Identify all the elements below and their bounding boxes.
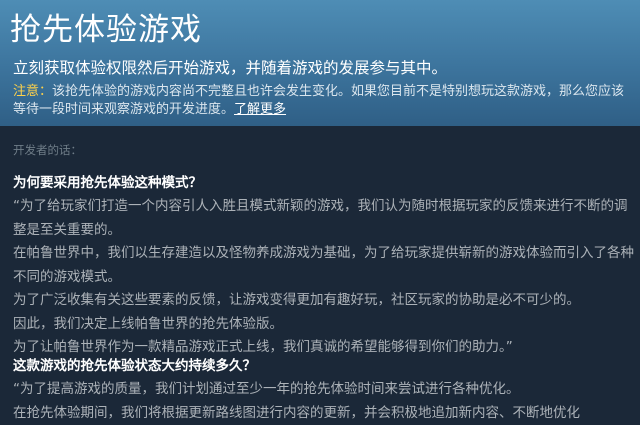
section-paragraph: “为了提高游戏的质量，我们计划通过至少一年的抢先体验时间来尝试进行各种优化。 <box>13 381 520 397</box>
page-title: 抢先体验游戏 <box>10 12 202 48</box>
section-paragraph: “为了给玩家们打造一个内容引人入胜且模式新颖的游戏，我们认为随时根据玩家的反馈来… <box>13 198 628 238</box>
developer-notes-label: 开发者的话： <box>13 143 82 157</box>
early-access-header: 抢先体验游戏 立刻获取体验权限然后开始游戏，并随着游戏的发展参与其中。 注意：该… <box>0 0 640 126</box>
section-paragraph: 为了广泛收集有关这些要素的反馈，让游戏变得更加有趣好玩，社区玩家的协助是必不可少… <box>13 292 580 308</box>
developer-section-why: 为何要采用抢先体验这种模式？ “为了给玩家们打造一个内容引人入胜且模式新颖的游戏… <box>13 172 637 360</box>
section-question: 为何要采用抢先体验这种模式？ <box>13 175 202 191</box>
section-question: 这款游戏的抢先体验状态大约持续多久？ <box>13 358 256 374</box>
learn-more-link[interactable]: 了解更多 <box>234 102 286 117</box>
developer-section-duration: 这款游戏的抢先体验状态大约持续多久？ “为了提高游戏的质量，我们计划通过至少一年… <box>13 355 637 425</box>
section-paragraph: 在帕鲁世界中，我们以生存建造以及怪物养成游戏为基础，为了给玩家提供崭新的游戏体验… <box>13 245 634 285</box>
section-paragraph: 因此，我们决定上线帕鲁世界的抢先体验版。 <box>13 315 283 332</box>
section-paragraph: 在抢先体验期间，我们将根据更新路线图进行内容的更新，并会积极地追加新内容、不断地… <box>13 404 580 421</box>
early-access-notice: 注意：该抢先体验的游戏内容尚不完整且也许会发生变化。如果您目前不是特别想玩这款游… <box>13 83 635 118</box>
page-subtitle: 立刻获取体验权限然后开始游戏，并随着游戏的发展参与其中。 <box>13 59 448 77</box>
notice-text: 该抢先体验的游戏内容尚不完整且也许会发生变化。如果您目前不是特别想玩这款游戏，那… <box>13 84 625 117</box>
notice-label: 注意： <box>13 84 53 99</box>
